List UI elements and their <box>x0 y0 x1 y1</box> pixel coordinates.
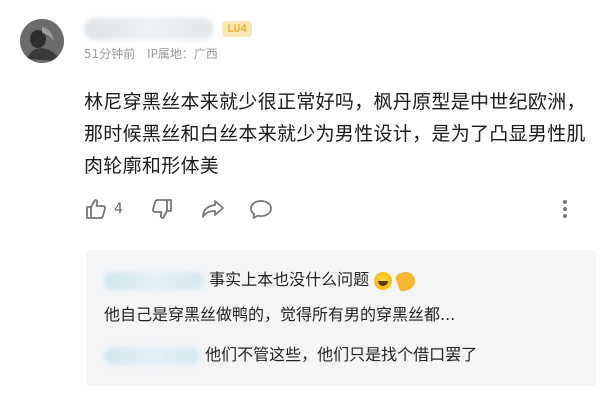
reply-bubble-icon <box>248 197 274 221</box>
reply-preview-box[interactable]: 事实上本也没什么问题 他自己是穿黑丝做鸭的，觉得所有男的穿黑丝都... 他们不管… <box>86 250 596 386</box>
share-icon <box>200 197 226 221</box>
thumbs-down-icon <box>150 197 174 221</box>
user-avatar[interactable] <box>20 19 64 63</box>
reply-button[interactable] <box>248 196 274 222</box>
reply-text: 他们不管这些，他们只是找个借口罢了 <box>205 345 478 364</box>
more-vertical-icon <box>560 197 570 221</box>
avatar-image <box>20 19 64 63</box>
share-button[interactable] <box>200 196 226 222</box>
dislike-button[interactable] <box>150 196 174 222</box>
laughing-emoji-icon <box>374 271 393 290</box>
reply-username-blurred <box>104 271 204 290</box>
level-badge: LU4 <box>222 21 252 37</box>
more-options-button[interactable] <box>560 196 570 222</box>
username-blurred[interactable] <box>84 18 214 40</box>
reply-item[interactable]: 他们不管这些，他们只是找个借口罢了 <box>104 341 614 365</box>
pointing-hand-emoji-icon <box>394 268 418 293</box>
comment-time: 51分钟前 <box>84 47 136 61</box>
reply-text: 事实上本也没什么问题 <box>209 270 370 289</box>
like-count: 4 <box>114 201 123 217</box>
comment-body: 林尼穿黑丝本来就少很正常好吗，枫丹原型是中世纪欧洲，那时候黑丝和白丝本来就少为男… <box>84 91 586 177</box>
thumbs-up-icon <box>84 197 108 221</box>
like-button[interactable]: 4 <box>84 196 123 222</box>
comment-meta: 51分钟前 IP属地：广西 <box>84 45 226 62</box>
reply-username-blurred <box>104 346 200 365</box>
comment-actions: 4 <box>84 196 594 224</box>
ip-location: IP属地：广西 <box>147 47 218 61</box>
reply-item[interactable]: 事实上本也没什么问题 <box>104 266 614 293</box>
reply-text: 他自己是穿黑丝做鸭的，觉得所有男的穿黑丝都... <box>104 305 456 324</box>
reply-item[interactable]: 他自己是穿黑丝做鸭的，觉得所有男的穿黑丝都... <box>104 301 614 325</box>
